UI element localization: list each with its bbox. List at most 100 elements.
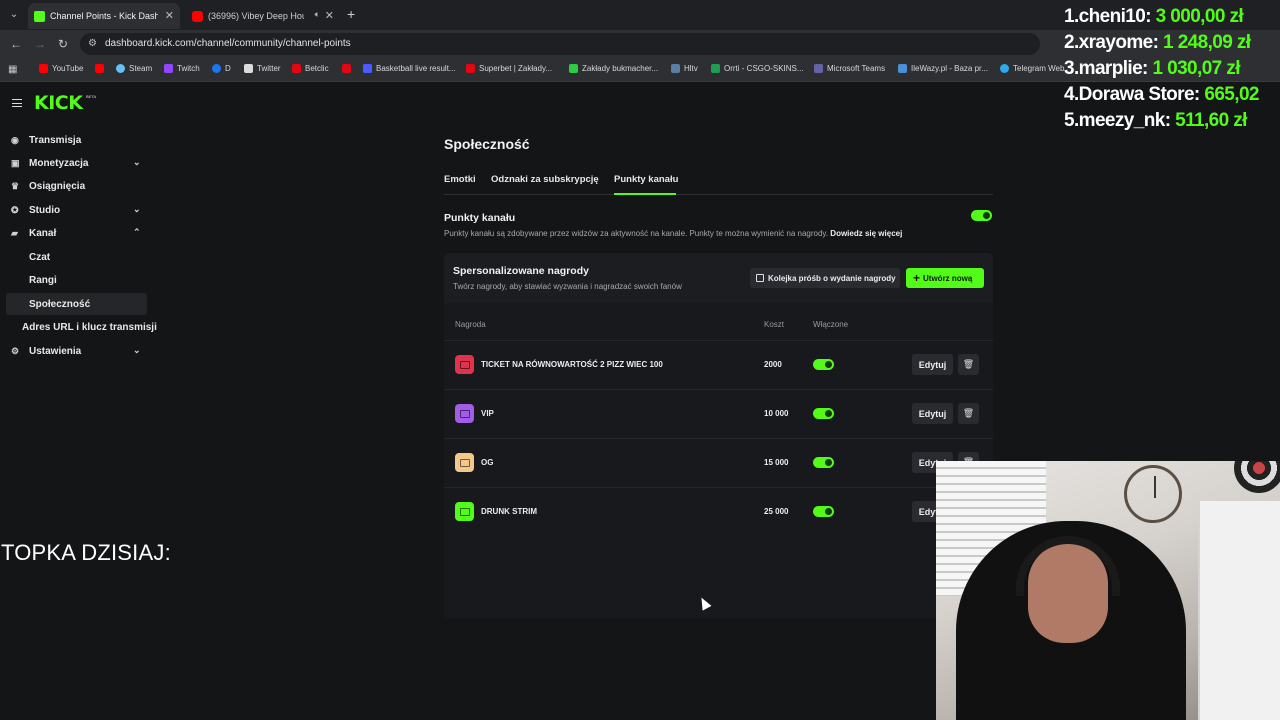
card-title: Spersonalizowane nagrody (453, 265, 589, 277)
browser-tab-youtube[interactable]: (36996) Vibey Deep House 🔈︎ ✕ (186, 3, 340, 29)
bookmark-twitch[interactable]: Twitch (164, 64, 200, 73)
bookmark-zaklady[interactable]: Zakłady bukmacher... (569, 64, 658, 73)
sidebar-item-ustawienia[interactable]: ⚙ Ustawienia ⌄ (0, 340, 147, 362)
sidebar-item-osiagniecia[interactable]: ♛ Osiągnięcia (0, 175, 147, 197)
sidebar-item-rangi[interactable]: Rangi (0, 269, 147, 291)
leaderboard-name: xrayome: (1078, 32, 1159, 53)
tab-title: Channel Points - Kick Dashboard (50, 11, 158, 21)
chevron-down-icon: ⌄ (133, 157, 141, 167)
bookmark-twitter[interactable]: Twitter (244, 64, 281, 73)
wall-clock (1124, 465, 1182, 523)
sidebar-item-czat[interactable]: Czat (0, 246, 147, 268)
teams-icon (814, 64, 823, 73)
tab-search-chevron-icon[interactable]: ⌄ (6, 7, 22, 23)
edit-reward-button[interactable]: Edytuj (912, 403, 953, 424)
bookmark-betclic[interactable]: Betclic (292, 64, 329, 73)
apps-grid-icon[interactable]: ▦ (8, 64, 17, 75)
leaderboard-row: 5.meezy_nk: 511,60 zł (1064, 110, 1247, 136)
browser-tab-kick[interactable]: Channel Points - Kick Dashboard ✕ (28, 3, 180, 29)
reward-enabled-toggle[interactable] (813, 457, 834, 468)
forward-arrow-icon[interactable]: → (34, 37, 46, 51)
reward-cost: 25 000 (764, 507, 789, 516)
hltv-icon (671, 64, 680, 73)
learn-more-link[interactable]: Dowiedz się więcej (830, 229, 902, 238)
reward-enabled-toggle[interactable] (813, 506, 834, 517)
bookmark-basketball[interactable]: Basketball live result... (363, 64, 456, 73)
channel-points-toggle[interactable] (971, 210, 992, 221)
youtube-icon (39, 64, 48, 73)
reload-icon[interactable]: ↻ (58, 37, 68, 51)
sidebar-item-studio[interactable]: ✪ Studio ⌄ (0, 199, 147, 221)
reward-enabled-toggle[interactable] (813, 359, 834, 370)
page-title: Społeczność (444, 136, 530, 152)
reward-enabled-toggle[interactable] (813, 408, 834, 419)
sidebar-item-stream-key[interactable]: Adres URL i klucz transmisji (0, 316, 157, 338)
sidebar-item-kanal[interactable]: ▰ Kanał ⌃ (0, 222, 147, 244)
youtube-favicon-icon (192, 10, 203, 22)
superbet-icon (466, 64, 475, 73)
redemption-queue-button[interactable]: Kolejka próśb o wydanie nagrody (750, 268, 900, 288)
close-tab-icon[interactable]: ✕ (165, 9, 174, 22)
bookmark-facebook[interactable]: D (212, 64, 231, 73)
trash-icon[interactable]: 🗑︎ (958, 354, 979, 375)
address-bar[interactable]: ⚙ dashboard.kick.com/channel/community/c… (80, 33, 1040, 55)
sidebar-item-label: Studio (29, 204, 61, 216)
tab-emotki[interactable]: Emotki (444, 174, 476, 185)
headset (1016, 536, 1120, 596)
custom-rewards-card: Spersonalizowane nagrody Twórz nagrody, … (444, 253, 993, 619)
bookmark-youtube[interactable]: YouTube (39, 64, 83, 73)
leaderboard-amount: 1 030,07 zł (1152, 58, 1240, 79)
edit-reward-button[interactable]: Edytuj (912, 354, 953, 375)
leaderboard-rank: 3. (1064, 58, 1079, 79)
leaderboard-row: 1.cheni10: 3 000,00 zł (1064, 6, 1244, 32)
reward-name: VIP (481, 409, 494, 418)
bookmark-ilewazy[interactable]: IleWazy.pl - Baza pr... (898, 64, 988, 73)
bookmark-telegram[interactable]: Telegram Web (1000, 64, 1064, 73)
channel-points-title: Punkty kanału (444, 212, 516, 224)
bookmaker-icon (569, 64, 578, 73)
sidebar-item-monetyzacja[interactable]: ▣ Monetyzacja ⌄ (0, 152, 147, 174)
tab-channel-points[interactable]: Punkty kanału (614, 174, 678, 185)
bookmark-orrti[interactable]: Orrti - CSGO-SKINS... (711, 64, 804, 73)
leaderboard-rank: 5. (1064, 110, 1079, 131)
bookmark-teams[interactable]: Microsoft Teams (814, 64, 885, 73)
sidebar-item-transmisja[interactable]: ◉ Transmisja (0, 129, 147, 151)
leaderboard-amount: 665,02 (1204, 84, 1259, 105)
sidebar-item-label: Adres URL i klucz transmisji (22, 321, 157, 333)
site-info-icon[interactable]: ⚙ (88, 38, 97, 49)
tab-title: (36996) Vibey Deep House (208, 11, 304, 21)
channel-points-description: Punkty kanału są zdobywane przez widzów … (444, 229, 903, 238)
close-tab-icon[interactable]: ✕ (325, 9, 334, 22)
leaderboard-amount: 3 000,00 zł (1155, 6, 1244, 27)
reward-cost: 2000 (764, 360, 782, 369)
trash-icon[interactable]: 🗑︎ (958, 403, 979, 424)
new-tab-button[interactable]: + (347, 6, 355, 22)
bookmark-youtube-3[interactable] (342, 64, 355, 73)
hamburger-menu-icon[interactable] (12, 99, 22, 107)
bookmark-hltv[interactable]: Hltv (671, 64, 698, 73)
reward-row: DRUNK STRIM 25 000 Edytuj 🗑︎ (444, 488, 993, 536)
x-twitter-icon (244, 64, 253, 73)
bookmark-superbet[interactable]: Superbet | Zakłady... (466, 64, 552, 73)
speaker-icon[interactable]: 🔈︎ (315, 9, 320, 20)
column-header-enabled: Włączone (813, 320, 849, 329)
create-reward-button[interactable]: + Utwórz nową (906, 268, 984, 288)
sidebar-item-label: Monetyzacja (29, 157, 89, 169)
kick-logo[interactable]: KICK (34, 92, 83, 114)
sidebar-item-label: Czat (29, 251, 51, 263)
leaderboard-rank: 4. (1064, 84, 1079, 105)
gear-icon: ⚙ (11, 346, 20, 356)
bookmark-youtube-2[interactable] (95, 64, 108, 73)
basketball-results-icon (363, 64, 372, 73)
leaderboard-name: meezy_nk: (1078, 110, 1171, 131)
leaderboard-rank: 2. (1064, 32, 1079, 53)
back-arrow-icon[interactable]: ← (10, 37, 22, 51)
sidebar-item-spolecznosc[interactable]: Społeczność (0, 293, 147, 315)
bookmark-steam[interactable]: Steam (116, 64, 152, 73)
active-tab-indicator (614, 193, 676, 195)
tab-subscriber-badges[interactable]: Odznaki za subskrypcję (491, 174, 599, 185)
twitch-icon (164, 64, 173, 73)
chevron-down-icon: ⌄ (133, 345, 141, 355)
reward-name: TICKET NA RÓWNOWARTOŚĆ 2 PIZZ WIEC 100 (481, 360, 663, 369)
reward-row: OG 15 000 Edytuj 🗑︎ (444, 439, 993, 487)
